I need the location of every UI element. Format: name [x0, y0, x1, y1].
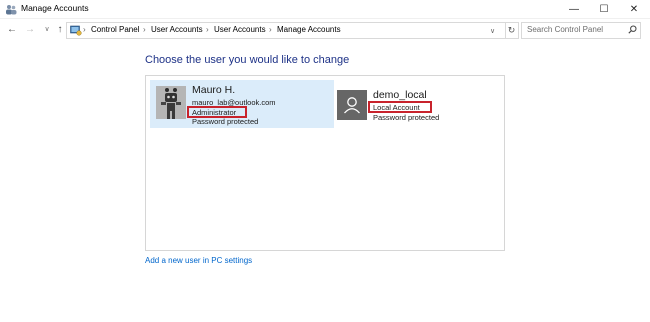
account-status-2: Password protected: [373, 113, 440, 122]
address-bar[interactable]: › Control Panel › User Accounts › User A…: [66, 22, 506, 39]
robot-avatar: [156, 86, 186, 119]
annotation-highlight-box-2: [368, 101, 432, 113]
title-bar: Manage Accounts — ☐ ✕: [0, 0, 650, 19]
maximize-button[interactable]: ☐: [591, 0, 617, 19]
search-placeholder: Search Control Panel: [527, 25, 604, 34]
search-input[interactable]: Search Control Panel: [521, 22, 641, 39]
breadcrumb-separator: ›: [83, 25, 86, 34]
breadcrumb-separator: ›: [143, 25, 146, 34]
account-name: Mauro H.: [192, 84, 236, 96]
minimize-button[interactable]: —: [561, 0, 587, 19]
breadcrumb-user-accounts-2[interactable]: User Accounts: [214, 25, 266, 34]
address-dropdown-icon[interactable]: ∨: [490, 27, 495, 35]
back-arrow-icon[interactable]: ←: [6, 24, 18, 36]
window-title: Manage Accounts: [21, 3, 89, 13]
navigation-bar: ← → ∨ ↑ › Control Panel › User Accounts …: [0, 19, 650, 42]
breadcrumb-separator: ›: [269, 25, 272, 34]
default-user-icon[interactable]: [337, 90, 367, 120]
close-button[interactable]: ✕: [621, 0, 647, 19]
users-icon: [6, 5, 17, 15]
recent-locations-chevron-icon[interactable]: ∨: [41, 24, 53, 36]
refresh-button[interactable]: ↻: [505, 22, 519, 39]
breadcrumb-user-accounts[interactable]: User Accounts: [151, 25, 203, 34]
control-panel-icon: [70, 25, 82, 36]
account-status: Password protected: [192, 117, 259, 126]
breadcrumb-control-panel[interactable]: Control Panel: [91, 25, 139, 34]
up-arrow-icon[interactable]: ↑: [54, 24, 66, 36]
breadcrumb-manage-accounts[interactable]: Manage Accounts: [277, 25, 341, 34]
account-name-2[interactable]: demo_local: [373, 89, 427, 101]
annotation-highlight-box: [187, 106, 247, 118]
breadcrumb-separator: ›: [206, 25, 209, 34]
page-heading: Choose the user you would like to change: [145, 54, 350, 66]
forward-arrow-icon[interactable]: →: [24, 24, 36, 36]
search-icon[interactable]: [628, 25, 637, 34]
add-new-user-link[interactable]: Add a new user in PC settings: [145, 256, 252, 265]
